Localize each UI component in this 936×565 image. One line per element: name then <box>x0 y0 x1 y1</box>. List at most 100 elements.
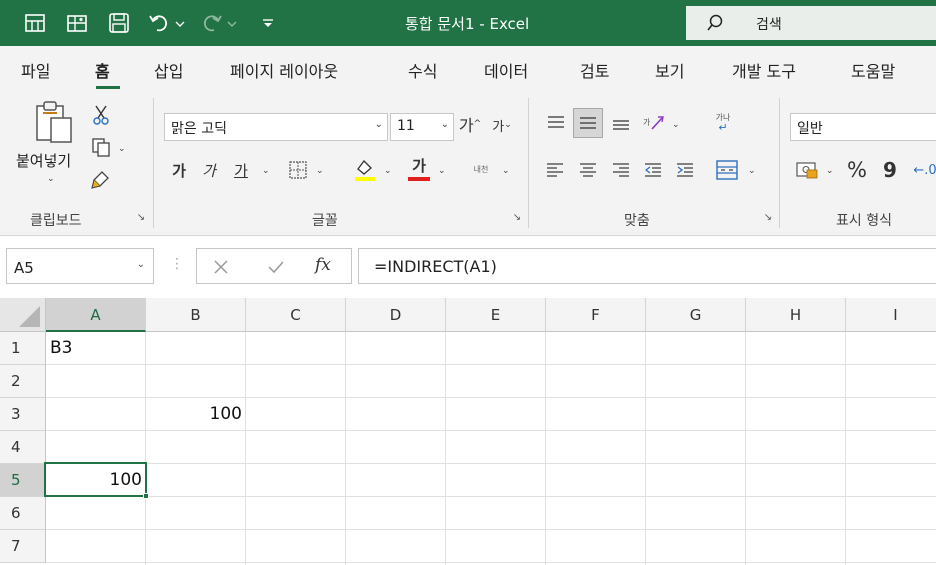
align-middle-icon[interactable] <box>573 108 603 138</box>
paste-dropdown-arrow[interactable]: ⌄ <box>47 174 55 184</box>
align-bottom-icon[interactable] <box>608 110 634 136</box>
cancel-icon[interactable] <box>213 259 229 275</box>
tab-data[interactable]: 데이터 <box>484 58 528 82</box>
copy-dropdown-arrow[interactable]: ⌄ <box>118 144 126 154</box>
accounting-dropdown-arrow[interactable]: ⌄ <box>826 166 834 176</box>
tab-file[interactable]: 파일 <box>21 58 50 82</box>
gridline <box>145 332 146 565</box>
column-header-e[interactable]: E <box>446 298 546 332</box>
fill-color-icon[interactable] <box>352 156 378 184</box>
customize-quick-access-icon[interactable] <box>258 8 278 38</box>
enter-icon[interactable] <box>267 259 285 275</box>
new-sheet-icon[interactable] <box>64 8 90 38</box>
font-color-glyph: 가 <box>412 157 426 175</box>
percent-style-button[interactable]: % <box>844 156 870 184</box>
font-name-select[interactable]: 맑은 고딕 ⌄ <box>164 113 388 141</box>
merge-center-icon[interactable] <box>713 156 741 184</box>
bold-button[interactable]: 가 <box>168 158 190 182</box>
tab-page-layout[interactable]: 페이지 레이아웃 <box>230 58 338 82</box>
column-header-i[interactable]: I <box>846 298 936 332</box>
number-format-select[interactable]: 일반 <box>790 113 936 141</box>
tab-view[interactable]: 보기 <box>655 58 684 82</box>
font-size-select[interactable]: 11 ⌄ <box>390 113 454 141</box>
increase-indent-icon[interactable] <box>673 158 697 182</box>
row-header-5[interactable]: 5 <box>0 464 46 497</box>
redo-icon[interactable] <box>198 8 242 38</box>
clipboard-launcher-icon[interactable]: ↘ <box>134 212 148 226</box>
format-painter-icon[interactable] <box>90 168 112 190</box>
formula-input[interactable]: =INDIRECT(A1) <box>358 248 936 284</box>
merge-dropdown-arrow[interactable]: ⌄ <box>748 166 756 176</box>
gridline <box>46 496 936 497</box>
copy-icon[interactable] <box>90 136 112 158</box>
alignment-launcher-icon[interactable]: ↘ <box>761 212 775 226</box>
ribbon-separator <box>153 98 154 228</box>
paste-label[interactable]: 붙여넣기 <box>16 150 71 171</box>
save-icon[interactable] <box>106 8 132 38</box>
search-label: 검색 <box>756 17 782 33</box>
chevron-down-icon[interactable]: ⌄ <box>137 259 145 270</box>
cut-icon[interactable] <box>90 104 112 126</box>
column-header-c[interactable]: C <box>246 298 346 332</box>
gridline <box>545 332 546 565</box>
row-header-4[interactable]: 4 <box>0 431 46 464</box>
gridline <box>46 529 936 530</box>
row-header-6[interactable]: 6 <box>0 497 46 530</box>
tab-home[interactable]: 홈 <box>95 58 110 82</box>
align-top-icon[interactable] <box>543 110 569 136</box>
grip-icon[interactable]: ⋮ <box>170 256 184 272</box>
row-header-2[interactable]: 2 <box>0 365 46 398</box>
font-launcher-icon[interactable]: ↘ <box>510 212 524 226</box>
tab-help[interactable]: 도움말 <box>851 58 895 82</box>
fill-handle[interactable] <box>143 493 149 499</box>
column-header-a[interactable]: A <box>46 298 146 332</box>
comma-style-button[interactable]: 9 <box>882 156 898 184</box>
increase-decimal-icon[interactable]: ←.0 <box>913 156 936 184</box>
row-header-1[interactable]: 1 <box>0 332 46 365</box>
gridline <box>46 364 936 365</box>
border-dropdown-arrow[interactable]: ⌄ <box>316 166 324 176</box>
font-color-button[interactable]: 가 <box>404 154 434 184</box>
tab-formulas[interactable]: 수식 <box>408 58 437 82</box>
align-right-icon[interactable] <box>609 158 633 182</box>
tab-review[interactable]: 검토 <box>580 58 609 82</box>
align-left-icon[interactable] <box>543 158 567 182</box>
tab-developer[interactable]: 개발 도구 <box>732 58 796 82</box>
search-box[interactable]: 검색 <box>686 6 936 40</box>
italic-button[interactable]: 가 <box>198 158 220 182</box>
phonetic-dropdown-arrow[interactable]: ⌄ <box>502 166 510 176</box>
column-header-b[interactable]: B <box>146 298 246 332</box>
cell-b3[interactable]: 100 <box>146 398 242 430</box>
accounting-format-icon[interactable] <box>793 158 821 182</box>
tab-insert[interactable]: 삽입 <box>154 58 183 82</box>
row-header-3[interactable]: 3 <box>0 398 46 431</box>
orientation-dropdown-arrow[interactable]: ⌄ <box>672 120 680 130</box>
phonetic-button[interactable]: 내천 <box>466 158 496 180</box>
column-header-h[interactable]: H <box>746 298 846 332</box>
fill-color-dropdown-arrow[interactable]: ⌄ <box>384 166 392 176</box>
increase-font-size-button[interactable]: 가 ^ <box>456 112 484 136</box>
decrease-indent-icon[interactable] <box>641 158 665 182</box>
worksheet-grid: A B C D E F G H I 1 2 3 4 5 6 7 B3 100 1… <box>0 298 936 565</box>
row-header-7[interactable]: 7 <box>0 530 46 563</box>
insert-function-icon[interactable]: fx <box>315 255 331 275</box>
select-all-button[interactable] <box>0 298 46 332</box>
font-color-dropdown-arrow[interactable]: ⌄ <box>438 166 446 176</box>
paste-icon[interactable] <box>32 100 76 144</box>
align-center-icon[interactable] <box>576 158 600 182</box>
column-header-f[interactable]: F <box>546 298 646 332</box>
cell-a1[interactable]: B3 <box>50 332 72 364</box>
column-header-d[interactable]: D <box>346 298 446 332</box>
decrease-font-size-button[interactable]: 가 ⌄ <box>488 114 516 136</box>
name-box[interactable]: A5 ⌄ <box>6 248 154 284</box>
wrap-text-button[interactable]: 가나 ↵ <box>708 108 738 138</box>
autosave-icon[interactable] <box>22 8 48 38</box>
border-icon[interactable] <box>286 158 310 182</box>
window-title: 통합 문서1 - Excel <box>405 15 530 33</box>
wrap-arrow-icon: ↵ <box>718 121 728 134</box>
orientation-icon[interactable]: 가 <box>640 110 668 136</box>
underline-button[interactable]: 가 <box>230 158 252 182</box>
underline-dropdown-arrow[interactable]: ⌄ <box>262 166 270 176</box>
undo-icon[interactable] <box>148 8 192 38</box>
column-header-g[interactable]: G <box>646 298 746 332</box>
